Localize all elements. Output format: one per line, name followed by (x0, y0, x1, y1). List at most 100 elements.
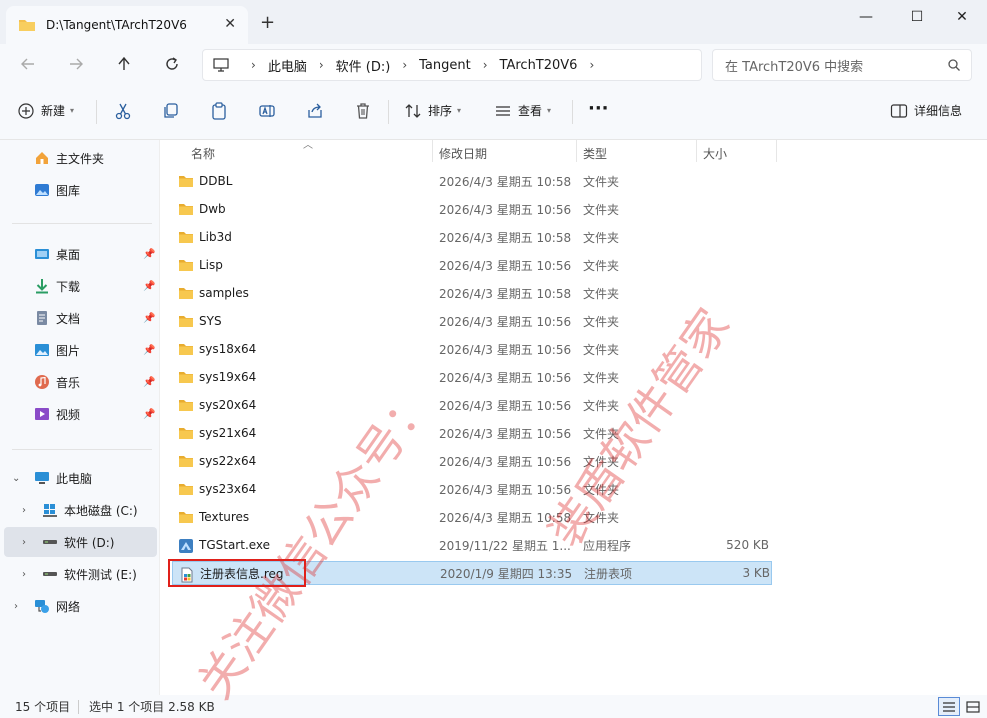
maximize-button[interactable]: ☐ (897, 6, 937, 28)
file-row[interactable]: sys22x64 2026/4/3 星期五 10:56 文件夹 (172, 449, 772, 473)
column-header-name[interactable]: 名称 (191, 140, 215, 166)
desktop-icon (35, 249, 49, 259)
new-tab-button[interactable]: + (260, 12, 275, 33)
file-row[interactable]: SYS 2026/4/3 星期五 10:56 文件夹 (172, 309, 772, 333)
document-icon (37, 311, 47, 325)
back-button[interactable] (16, 52, 40, 76)
window-tab[interactable]: D:\Tangent\TArchT20V6 ✕ (6, 6, 248, 44)
column-divider[interactable] (432, 140, 433, 162)
folder-icon (178, 286, 194, 303)
selection-info: 选中 1 个项目 2.58 KB (89, 700, 215, 714)
search-input[interactable]: 在 TArchT20V6 中搜索 (712, 49, 972, 81)
file-row[interactable]: samples 2026/4/3 星期五 10:58 文件夹 (172, 281, 772, 305)
file-row[interactable]: Textures 2026/4/3 星期五 10:58 文件夹 (172, 505, 772, 529)
file-date: 2020/1/9 星期四 13:35 (440, 566, 573, 581)
sidebar-item-documents[interactable]: 文档 📌 (0, 303, 160, 333)
chevron-right-icon[interactable]: › (402, 58, 407, 72)
details-view-button[interactable] (938, 697, 960, 716)
file-row[interactable]: sys19x64 2026/4/3 星期五 10:56 文件夹 (172, 365, 772, 389)
pin-icon[interactable]: 📌 (143, 313, 155, 324)
file-date: 2026/4/3 星期五 10:56 (439, 454, 572, 469)
chevron-right-icon[interactable]: › (14, 601, 18, 612)
view-button[interactable]: 查看 ▾ (494, 102, 551, 119)
file-type: 文件夹 (583, 258, 620, 273)
file-row[interactable]: Dwb 2026/4/3 星期五 10:56 文件夹 (172, 197, 772, 221)
item-count: 15 个项目 (15, 700, 71, 714)
pin-icon[interactable]: 📌 (143, 345, 155, 356)
sidebar-item-drive-c[interactable]: › 本地磁盘 (C:) (0, 495, 160, 525)
file-row[interactable]: TGStart.exe 2019/11/22 星期五 1... 应用程序 520 KB (172, 533, 772, 557)
breadcrumb-drive-d[interactable]: 软件 (D:) (336, 56, 391, 75)
breadcrumb-this-pc[interactable]: 此电脑 (268, 56, 307, 75)
copy-button[interactable] (162, 102, 180, 120)
chevron-right-icon[interactable]: › (22, 505, 26, 516)
breadcrumb-tangent[interactable]: Tangent (419, 58, 471, 73)
pin-icon[interactable]: 📌 (143, 249, 155, 260)
file-type: 文件夹 (583, 314, 620, 329)
column-header-size[interactable]: 大小 (703, 140, 727, 166)
gallery-icon (35, 184, 49, 196)
sidebar-item-this-pc[interactable]: ⌄ 此电脑 (0, 463, 160, 493)
file-row[interactable]: Lisp 2026/4/3 星期五 10:56 文件夹 (172, 253, 772, 277)
chevron-right-icon[interactable]: › (483, 58, 488, 72)
drive-icon (43, 540, 57, 544)
column-divider[interactable] (696, 140, 697, 162)
file-row[interactable]: Lib3d 2026/4/3 星期五 10:58 文件夹 (172, 225, 772, 249)
sidebar-item-label: 音乐 (56, 375, 81, 390)
chevron-right-icon[interactable]: › (589, 58, 594, 72)
column-header-type[interactable]: 类型 (583, 140, 607, 166)
more-options-button[interactable]: ··· (588, 98, 609, 119)
sidebar-item-downloads[interactable]: 下载 📌 (0, 271, 160, 301)
rename-button[interactable] (258, 102, 276, 120)
breadcrumb-tarcht20v6[interactable]: TArchT20V6 (500, 58, 578, 73)
chevron-right-icon[interactable]: › (22, 569, 26, 580)
refresh-button[interactable] (160, 52, 184, 76)
video-icon (35, 408, 49, 420)
chevron-right-icon: › (251, 58, 256, 72)
column-divider[interactable] (576, 140, 577, 162)
pin-icon[interactable]: 📌 (143, 281, 155, 292)
minimize-button[interactable]: — (846, 6, 886, 28)
file-date: 2026/4/3 星期五 10:56 (439, 314, 572, 329)
share-button[interactable] (306, 102, 324, 120)
sort-ascending-icon: ︿ (303, 140, 313, 151)
file-row[interactable]: sys20x64 2026/4/3 星期五 10:56 文件夹 (172, 393, 772, 417)
sidebar-item-videos[interactable]: 视频 📌 (0, 399, 160, 429)
file-row[interactable]: 注册表信息.reg 2020/1/9 星期四 13:35 注册表项 3 KB (172, 561, 772, 585)
sidebar-item-drive-d[interactable]: › 软件 (D:) (4, 527, 157, 557)
details-pane-button[interactable]: 详细信息 (890, 102, 962, 119)
chevron-right-icon[interactable]: › (22, 537, 26, 548)
tiles-view-button[interactable] (962, 697, 984, 716)
file-row[interactable]: sys18x64 2026/4/3 星期五 10:56 文件夹 (172, 337, 772, 361)
file-name: sys20x64 (199, 398, 257, 412)
column-header-date[interactable]: 修改日期 (439, 140, 487, 166)
chevron-right-icon[interactable]: › (319, 58, 324, 72)
file-row[interactable]: DDBL 2026/4/3 星期五 10:58 文件夹 (172, 169, 772, 193)
chevron-down-icon[interactable]: ⌄ (12, 473, 20, 484)
column-divider[interactable] (776, 140, 777, 162)
cut-button[interactable] (114, 102, 132, 120)
sidebar-item-pictures[interactable]: 图片 📌 (0, 335, 160, 365)
up-button[interactable] (112, 52, 136, 76)
search-placeholder: 在 TArchT20V6 中搜索 (725, 59, 864, 75)
sidebar-item-home[interactable]: 主文件夹 (0, 143, 160, 173)
command-bar: 新建 ▾ 排序 ▾ 查看 ▾ ··· 详细信息 (0, 84, 987, 140)
sidebar-item-music[interactable]: 音乐 📌 (0, 367, 160, 397)
sidebar-item-desktop[interactable]: 桌面 📌 (0, 239, 160, 269)
delete-button[interactable] (354, 102, 372, 120)
forward-button[interactable] (64, 52, 88, 76)
new-button[interactable]: 新建 ▾ (18, 102, 74, 119)
sidebar-item-gallery[interactable]: 图库 (0, 175, 160, 205)
close-window-button[interactable]: ✕ (942, 6, 982, 28)
sidebar-item-network[interactable]: › 网络 (0, 591, 160, 621)
paste-button[interactable] (210, 102, 228, 120)
sort-button[interactable]: 排序 ▾ (404, 102, 461, 119)
pin-icon[interactable]: 📌 (143, 377, 155, 388)
file-row[interactable]: sys23x64 2026/4/3 星期五 10:56 文件夹 (172, 477, 772, 501)
close-tab-icon[interactable]: ✕ (224, 16, 236, 32)
sidebar-item-drive-e[interactable]: › 软件测试 (E:) (0, 559, 160, 589)
file-row[interactable]: sys21x64 2026/4/3 星期五 10:56 文件夹 (172, 421, 772, 445)
pin-icon[interactable]: 📌 (143, 409, 155, 420)
address-bar[interactable]: › 此电脑 › 软件 (D:) › Tangent › TArchT20V6 › (202, 49, 702, 81)
status-divider (78, 699, 79, 714)
